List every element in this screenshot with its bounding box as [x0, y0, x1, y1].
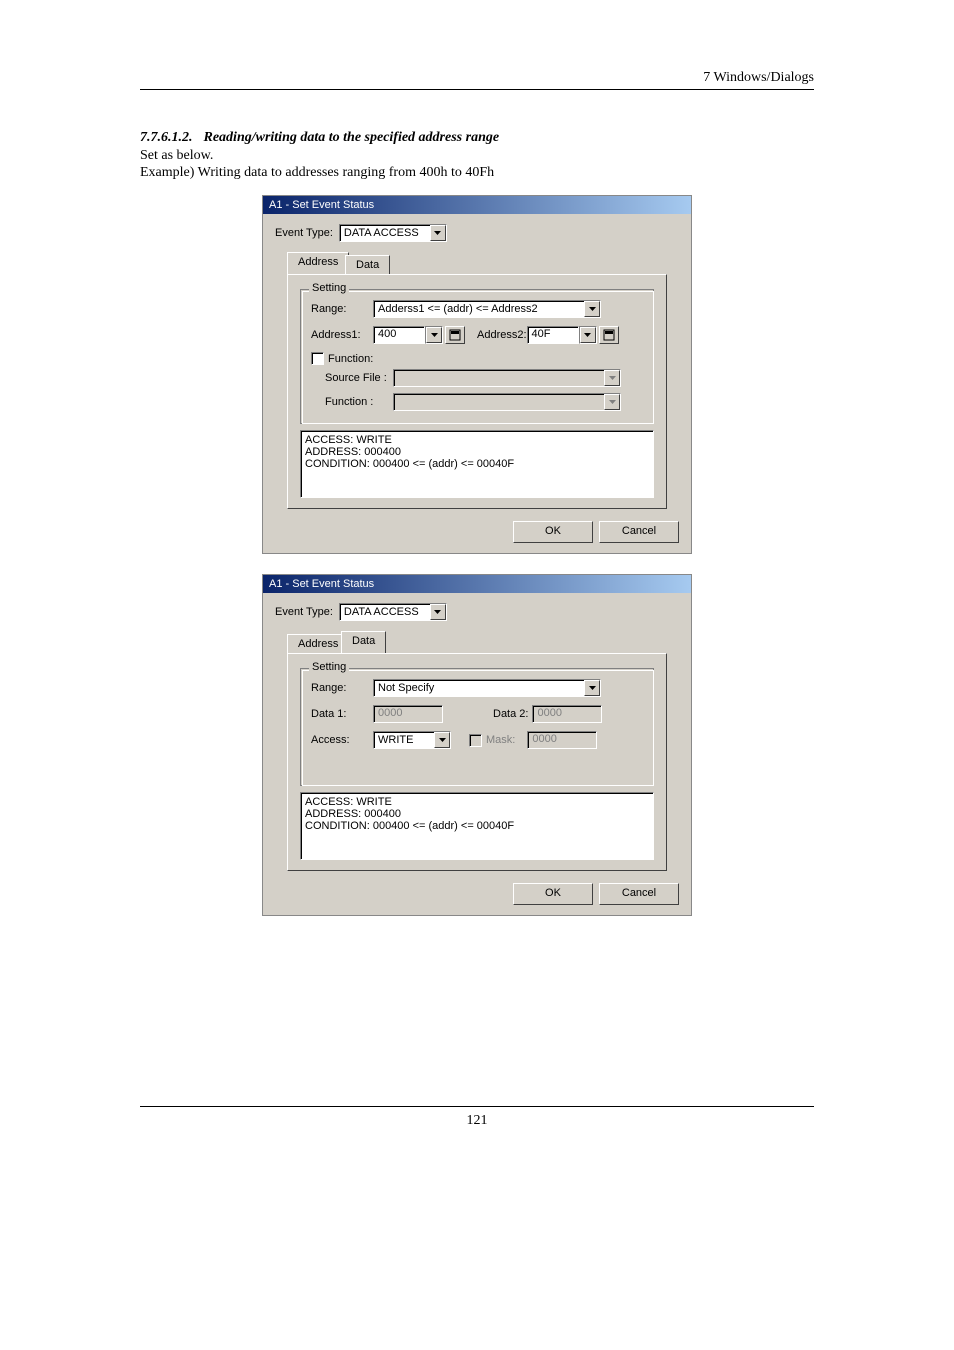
- chevron-down-icon[interactable]: [580, 327, 596, 343]
- tab-data[interactable]: Data: [345, 255, 390, 274]
- chevron-down-icon[interactable]: [430, 604, 446, 620]
- paragraph-line-2: Example) Writing data to addresses rangi…: [140, 165, 814, 181]
- address2-input[interactable]: 40F: [527, 326, 579, 344]
- chevron-down-icon[interactable]: [584, 680, 600, 696]
- footer-rule: [140, 1106, 814, 1107]
- source-file-label: Source File :: [325, 372, 393, 384]
- mask-input: 0000: [527, 731, 597, 749]
- header-rule: [140, 89, 814, 90]
- address1-label: Address1:: [311, 329, 373, 341]
- range-label: Range:: [311, 682, 373, 694]
- function-select: [393, 393, 621, 411]
- summary-box: ACCESS: WRITE ADDRESS: 000400 CONDITION:…: [300, 792, 654, 860]
- mask-checkbox: [469, 734, 482, 747]
- function-label: Function :: [325, 396, 393, 408]
- data1-input: 0000: [373, 705, 443, 723]
- mask-label: Mask:: [486, 734, 515, 746]
- ok-button[interactable]: OK: [513, 883, 593, 905]
- group-title: Setting: [309, 661, 349, 673]
- range-select[interactable]: Adderss1 <= (addr) <= Address2: [373, 300, 601, 318]
- chevron-down-icon: [604, 370, 620, 386]
- tab-address[interactable]: Address: [287, 634, 349, 653]
- chevron-down-icon[interactable]: [426, 327, 442, 343]
- calculator-icon[interactable]: [599, 326, 619, 344]
- access-value: WRITE: [374, 734, 434, 746]
- cancel-button[interactable]: Cancel: [599, 883, 679, 905]
- tab-data[interactable]: Data: [341, 631, 386, 653]
- event-type-value: DATA ACCESS: [340, 227, 430, 239]
- address1-unit-select[interactable]: [425, 326, 443, 344]
- address2-unit-select[interactable]: [579, 326, 597, 344]
- paragraph-line-1: Set as below.: [140, 148, 814, 164]
- chevron-down-icon[interactable]: [584, 301, 600, 317]
- group-title: Setting: [309, 282, 349, 294]
- cancel-button[interactable]: Cancel: [599, 521, 679, 543]
- range-value: Not Specify: [374, 682, 584, 694]
- section-heading: 7.7.6.1.2. Reading/writing data to the s…: [140, 130, 814, 146]
- chevron-down-icon[interactable]: [430, 225, 446, 241]
- calculator-icon[interactable]: [445, 326, 465, 344]
- event-type-value: DATA ACCESS: [340, 606, 430, 618]
- section-number: 7.7.6.1.2.: [140, 130, 200, 146]
- dialog-titlebar: A1 - Set Event Status: [263, 575, 691, 593]
- access-label: Access:: [311, 734, 373, 746]
- section-title: Reading/writing data to the specified ad…: [204, 130, 500, 145]
- dialog-titlebar: A1 - Set Event Status: [263, 196, 691, 214]
- dialog-address-tab: A1 - Set Event Status Event Type: DATA A…: [262, 195, 692, 554]
- ok-button[interactable]: OK: [513, 521, 593, 543]
- address1-input[interactable]: 400: [373, 326, 425, 344]
- page-number: 121: [140, 1113, 814, 1129]
- function-check-label: Function:: [328, 353, 373, 365]
- source-file-select: [393, 369, 621, 387]
- summary-box: ACCESS: WRITE ADDRESS: 000400 CONDITION:…: [300, 430, 654, 498]
- event-type-label: Event Type:: [275, 227, 333, 239]
- range-value: Adderss1 <= (addr) <= Address2: [374, 303, 584, 315]
- data2-label: Data 2:: [493, 708, 528, 720]
- dialog-data-tab: A1 - Set Event Status Event Type: DATA A…: [262, 574, 692, 916]
- range-label: Range:: [311, 303, 373, 315]
- event-type-select[interactable]: DATA ACCESS: [339, 224, 447, 242]
- event-type-select[interactable]: DATA ACCESS: [339, 603, 447, 621]
- chevron-down-icon[interactable]: [434, 732, 450, 748]
- header-chapter: 7 Windows/Dialogs: [140, 70, 814, 86]
- data1-label: Data 1:: [311, 708, 373, 720]
- address2-label: Address2:: [477, 329, 527, 341]
- access-select[interactable]: WRITE: [373, 731, 451, 749]
- range-select[interactable]: Not Specify: [373, 679, 601, 697]
- chevron-down-icon: [604, 394, 620, 410]
- data2-input: 0000: [532, 705, 602, 723]
- event-type-label: Event Type:: [275, 606, 333, 618]
- tab-address[interactable]: Address: [287, 252, 349, 274]
- function-checkbox[interactable]: [311, 352, 324, 365]
